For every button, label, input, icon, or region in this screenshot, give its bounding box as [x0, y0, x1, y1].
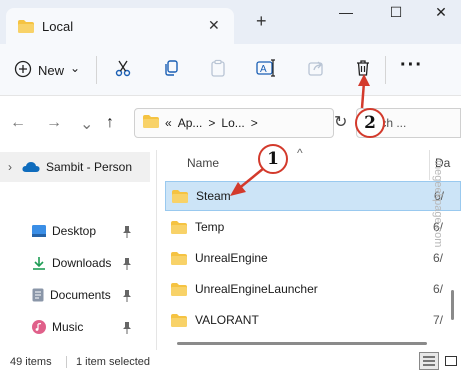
rename-button[interactable]: A: [256, 58, 276, 80]
list-item[interactable]: UnrealEngineLauncher 6/: [165, 274, 461, 304]
cloud-icon: [22, 161, 40, 173]
status-divider: [66, 356, 67, 368]
new-label: New: [38, 62, 65, 78]
command-bar: New ⌄ A ···: [0, 44, 461, 96]
up-button[interactable]: ↑: [106, 114, 114, 132]
horizontal-scrollbar[interactable]: [177, 342, 427, 345]
navigation-pane: › Sambit - Person Desktop Downloads Docu…: [0, 150, 150, 350]
sidebar-item-desktop[interactable]: Desktop: [32, 216, 96, 246]
path-overflow[interactable]: «: [165, 116, 172, 130]
folder-icon: [143, 115, 159, 131]
pin-icon[interactable]: [122, 226, 132, 241]
folder-icon: [171, 251, 187, 265]
column-header-name[interactable]: Name: [187, 156, 219, 170]
vertical-scrollbar[interactable]: [451, 290, 454, 320]
list-item[interactable]: Steam 6/: [165, 181, 461, 211]
list-item[interactable]: Temp 6/: [165, 212, 461, 242]
toolbar-divider: [96, 56, 97, 84]
toolbar-divider: [385, 56, 386, 84]
folder-icon: [18, 20, 34, 36]
tiles-view-icon: [445, 356, 457, 366]
share-icon: [307, 59, 325, 80]
new-tab-button[interactable]: +: [256, 12, 267, 30]
address-bar[interactable]: « Ap... > Lo... >: [134, 108, 334, 138]
sidebar-item-label: Music: [52, 320, 84, 334]
new-button[interactable]: New ⌄: [14, 56, 80, 84]
sidebar-item-onedrive[interactable]: › Sambit - Person: [0, 152, 150, 182]
item-count: 49 items: [10, 356, 52, 368]
file-name: VALORANT: [195, 313, 259, 327]
file-name: UnrealEngine: [195, 251, 268, 265]
sort-ascending-icon: ^: [297, 146, 303, 160]
svg-text:A: A: [260, 64, 267, 75]
sidebar-item-documents[interactable]: Documents: [32, 280, 111, 310]
sidebar-item-label: Desktop: [52, 224, 97, 238]
chevron-down-icon: ⌄: [70, 61, 81, 75]
callout-step-2: 2: [355, 108, 385, 138]
sidebar-item-downloads[interactable]: Downloads: [32, 248, 111, 278]
tab-title: Local: [42, 19, 74, 34]
forward-button[interactable]: →: [46, 114, 62, 132]
music-icon: [32, 320, 46, 334]
folder-icon: [171, 313, 187, 327]
breadcrumb-separator[interactable]: >: [208, 116, 215, 130]
title-bar: Local ✕ + — ☐ ✕: [0, 0, 461, 44]
chevron-down-icon[interactable]: ⌄: [80, 114, 93, 134]
tab-local[interactable]: Local ✕: [6, 8, 234, 44]
share-button[interactable]: [306, 59, 326, 79]
file-date: 7/: [433, 313, 444, 327]
cut-button[interactable]: [113, 59, 133, 79]
scissors-icon: [114, 59, 132, 80]
copy-icon: [162, 59, 180, 80]
selection-count: 1 item selected: [76, 356, 150, 368]
details-view-button[interactable]: [419, 352, 439, 370]
list-view-icon: [423, 356, 435, 366]
copy-button[interactable]: [161, 59, 181, 79]
sidebar-item-label: Downloads: [52, 256, 112, 270]
file-name: Steam: [196, 189, 231, 203]
download-icon: [32, 256, 46, 270]
file-name: Temp: [195, 220, 225, 234]
minimize-button[interactable]: —: [326, 4, 366, 28]
rename-icon: A: [256, 58, 276, 80]
breadcrumb-local[interactable]: Lo...: [221, 116, 244, 130]
pin-icon[interactable]: [122, 322, 132, 337]
delete-button[interactable]: [353, 59, 373, 79]
sidebar-item-label: Documents: [50, 288, 111, 302]
paste-button[interactable]: [208, 59, 228, 79]
plus-circle-icon: [14, 60, 32, 81]
list-item[interactable]: UnrealEngine 6/: [165, 243, 461, 273]
folder-icon: [171, 220, 187, 234]
chevron-right-icon[interactable]: ›: [8, 160, 12, 174]
watermark: thegeekpage.com: [432, 160, 444, 248]
back-button[interactable]: ←: [10, 114, 26, 132]
folder-icon: [172, 189, 188, 203]
breadcrumb-separator[interactable]: >: [251, 116, 258, 130]
list-item[interactable]: VALORANT 7/: [165, 305, 461, 335]
more-options-button[interactable]: ···: [400, 54, 423, 77]
status-bar: 49 items 1 item selected: [0, 350, 461, 372]
pin-icon[interactable]: [122, 258, 132, 273]
file-name: UnrealEngineLauncher: [195, 282, 318, 296]
document-icon: [32, 288, 44, 302]
sidebar-item-music[interactable]: Music: [32, 312, 83, 342]
desktop-icon: [32, 225, 46, 237]
breadcrumb-appdata[interactable]: Ap...: [178, 116, 203, 130]
tiles-view-button[interactable]: [441, 352, 461, 370]
file-list: Name ^ Da Steam 6/ Temp 6/ UnrealEngine …: [157, 146, 461, 350]
tab-close-button[interactable]: ✕: [208, 17, 220, 34]
close-window-button[interactable]: ✕: [421, 4, 461, 28]
refresh-button[interactable]: ↻: [334, 112, 347, 132]
pin-icon[interactable]: [122, 290, 132, 305]
trash-icon: [354, 59, 372, 80]
callout-step-1: 1: [258, 144, 288, 174]
folder-icon: [171, 282, 187, 296]
sidebar-item-label: Sambit - Person: [46, 160, 133, 174]
clipboard-icon: [209, 59, 227, 80]
maximize-button[interactable]: ☐: [376, 4, 416, 28]
